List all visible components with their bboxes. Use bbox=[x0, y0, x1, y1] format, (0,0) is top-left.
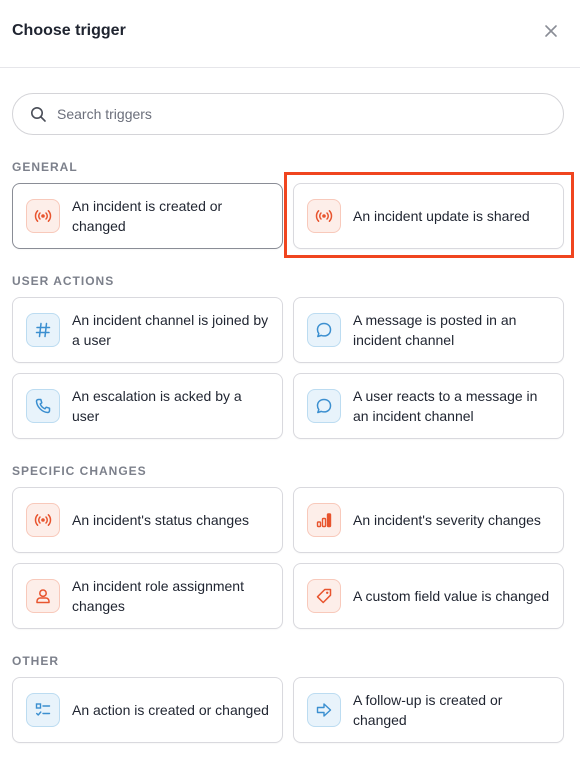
user-icon bbox=[26, 579, 60, 613]
trigger-channel-joined[interactable]: An incident channel is joined by a user bbox=[12, 297, 283, 363]
search-field[interactable] bbox=[12, 93, 564, 135]
section-label-general: GENERAL bbox=[12, 160, 78, 174]
trigger-label: An escalation is acked by a user bbox=[72, 388, 242, 424]
section-label-specific-changes: SPECIFIC CHANGES bbox=[12, 464, 147, 478]
trigger-label: An incident role assignment changes bbox=[72, 578, 244, 614]
trigger-custom-field[interactable]: A custom field value is changed bbox=[293, 563, 564, 629]
trigger-label: A custom field value is changed bbox=[353, 588, 550, 604]
trigger-status-changes[interactable]: An incident's status changes bbox=[12, 487, 283, 553]
broadcast-icon bbox=[26, 503, 60, 537]
trigger-incident-created[interactable]: An incident is created or changed bbox=[12, 183, 283, 249]
trigger-label: An incident channel is joined by a user bbox=[72, 312, 269, 348]
dialog-title: Choose trigger bbox=[12, 22, 126, 39]
close-icon bbox=[545, 25, 557, 37]
section-label-other: OTHER bbox=[12, 654, 59, 668]
severity-bars-icon bbox=[307, 503, 341, 537]
trigger-severity-changes[interactable]: An incident's severity changes bbox=[293, 487, 564, 553]
trigger-followup-created[interactable]: A follow-up is created or changed bbox=[293, 677, 564, 743]
trigger-incident-update-shared[interactable]: An incident update is shared bbox=[293, 183, 564, 249]
trigger-label: A message is posted in an incident chann… bbox=[353, 312, 517, 348]
chat-bubble-icon bbox=[307, 389, 341, 423]
checklist-icon bbox=[26, 693, 60, 727]
trigger-label: A follow-up is created or changed bbox=[353, 692, 503, 728]
trigger-role-assignment[interactable]: An incident role assignment changes bbox=[12, 563, 283, 629]
trigger-action-created[interactable]: An action is created or changed bbox=[12, 677, 283, 743]
arrow-right-icon bbox=[307, 693, 341, 727]
trigger-escalation-acked[interactable]: An escalation is acked by a user bbox=[12, 373, 283, 439]
broadcast-icon bbox=[307, 199, 341, 233]
trigger-user-reacts[interactable]: A user reacts to a message in an inciden… bbox=[293, 373, 564, 439]
search-icon bbox=[29, 105, 47, 123]
broadcast-icon bbox=[26, 199, 60, 233]
trigger-label: An incident is created or changed bbox=[72, 198, 223, 234]
dialog-header: Choose trigger bbox=[0, 0, 580, 68]
phone-icon bbox=[26, 389, 60, 423]
trigger-label: An action is created or changed bbox=[72, 702, 269, 718]
search-input[interactable] bbox=[57, 106, 537, 122]
hash-icon bbox=[26, 313, 60, 347]
chat-bubble-icon bbox=[307, 313, 341, 347]
trigger-label: An incident update is shared bbox=[353, 208, 530, 224]
trigger-message-posted[interactable]: A message is posted in an incident chann… bbox=[293, 297, 564, 363]
trigger-label: An incident's status changes bbox=[72, 512, 250, 528]
trigger-label: An incident's severity changes bbox=[353, 512, 541, 528]
trigger-label: A user reacts to a message in an inciden… bbox=[353, 388, 538, 424]
tag-icon bbox=[307, 579, 341, 613]
section-label-user-actions: USER ACTIONS bbox=[12, 274, 115, 288]
close-button[interactable] bbox=[540, 20, 562, 42]
